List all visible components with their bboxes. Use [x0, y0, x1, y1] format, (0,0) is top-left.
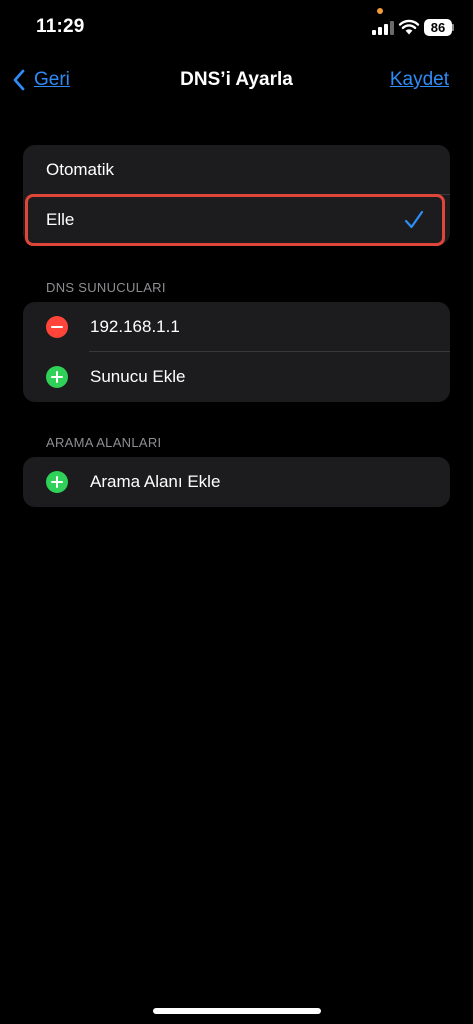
section-header-dns-servers: DNS SUNUCULARI — [46, 280, 166, 295]
add-search-domain-label: Arama Alanı Ekle — [90, 472, 221, 491]
add-icon — [46, 471, 68, 493]
save-button[interactable]: Kaydet — [390, 69, 449, 91]
option-label: Otomatik — [46, 160, 115, 179]
navigation-bar: Geri DNS’i Ayarla Kaydet — [0, 58, 473, 102]
dns-server-row[interactable]: 192.168.1.1 — [23, 302, 450, 352]
privacy-indicator-icon — [377, 8, 383, 14]
status-bar: 11:29 86 — [0, 0, 473, 52]
cellular-signal-icon — [372, 21, 394, 35]
dns-servers-group: 192.168.1.1 Sunucu Ekle — [23, 302, 450, 402]
remove-icon[interactable] — [46, 316, 68, 338]
battery-tip — [452, 24, 454, 31]
add-server-label: Sunucu Ekle — [90, 367, 186, 386]
add-icon — [46, 366, 68, 388]
selection-highlight-box — [25, 194, 445, 246]
add-server-button[interactable]: Sunucu Ekle — [23, 352, 450, 402]
battery-icon: 86 — [424, 19, 452, 36]
option-automatic[interactable]: Otomatik — [23, 145, 450, 195]
wifi-icon — [398, 19, 420, 35]
dns-server-address: 192.168.1.1 — [90, 317, 180, 336]
search-domains-group: Arama Alanı Ekle — [23, 457, 450, 507]
section-header-search-domains: ARAMA ALANLARI — [46, 435, 162, 450]
status-time: 11:29 — [36, 16, 85, 37]
add-search-domain-button[interactable]: Arama Alanı Ekle — [23, 457, 450, 507]
home-indicator[interactable] — [153, 1008, 321, 1014]
